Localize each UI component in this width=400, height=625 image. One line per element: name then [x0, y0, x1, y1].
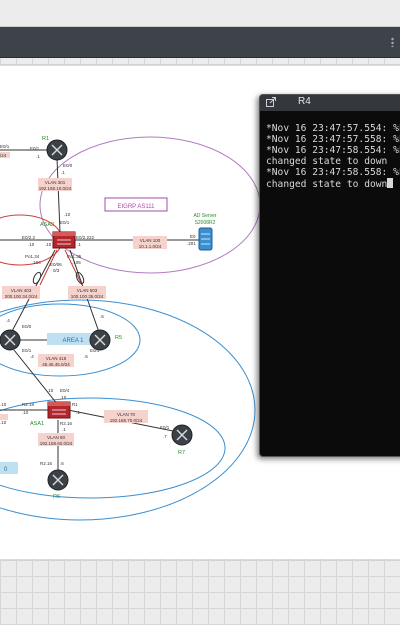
vlan301-net: 192.168.10.0/24 — [39, 186, 72, 191]
r5-name: R5 — [115, 335, 122, 341]
vlan70-name: VLAN 70 — [117, 412, 136, 417]
ad-server-name: AD Server — [193, 213, 216, 219]
window-titlebar — [0, 27, 400, 58]
asa-top-port-left: E0/2.2 — [22, 235, 36, 240]
r4-port-down: E0/1 — [22, 348, 32, 353]
left-port-label: E0/1 — [0, 144, 10, 149]
vlan60-net: 192.168.60.0/24 — [40, 441, 73, 446]
router-r4[interactable] — [0, 329, 21, 351]
r4-ip-up: .4 — [6, 318, 10, 323]
asa-top-gi-left: E0/06 — [50, 262, 62, 267]
r1-ip-left: .1 — [36, 154, 40, 159]
vlan301-name: VLAN 301 — [45, 180, 66, 185]
left-net-label: /24 — [0, 153, 7, 158]
terminal-line: *Nov 16 23:47:57.554: %LI — [266, 123, 400, 134]
r5-ip-up: .5 — [100, 314, 104, 319]
r1-name: R1 — [42, 136, 49, 142]
terminal-window-r4[interactable]: R4 *Nov 16 23:47:57.554: %LI *Nov 16 23:4… — [259, 94, 400, 457]
asa-bottom-ip-down: .1 — [62, 427, 66, 432]
eigrp-label: EIGRP AS111 — [117, 204, 155, 210]
left-ip-label: .10 — [0, 420, 7, 425]
vlan503-name: VLAN 503 — [77, 288, 98, 293]
asa-top-gi-mid: 0/3 — [53, 268, 60, 273]
asa-bottom-firewall[interactable] — [47, 401, 71, 419]
r5-port-left: E0/1 — [90, 348, 100, 353]
asa-top-port-up: E0/1 — [60, 220, 70, 225]
terminal-line: *Nov 16 23:47:58.558: %LI — [266, 167, 400, 178]
vlan100-net: 10.1.1.0/24 — [139, 244, 162, 249]
r6-port: R2.16 — [40, 461, 53, 466]
terminal-cursor — [387, 178, 394, 188]
terminal-title: R4 — [298, 96, 311, 107]
r4-ip-down: .4 — [30, 354, 34, 359]
vlan60-name: VLAN 60 — [47, 435, 66, 440]
terminal-output[interactable]: *Nov 16 23:47:57.554: %LI *Nov 16 23:47:5… — [266, 123, 400, 190]
vlan415-name: VLAN 415 — [46, 356, 67, 361]
r6-name: R6 — [53, 494, 60, 500]
router-r1[interactable] — [46, 139, 68, 161]
terminal-titlebar[interactable]: R4 — [260, 95, 400, 111]
more-options-icon[interactable] — [391, 37, 394, 47]
asa-top-ip-left-2: .10 — [45, 242, 52, 247]
vlan415-net: 45.45.45.0/24 — [42, 362, 70, 367]
server-icon[interactable] — [198, 227, 213, 251]
asa-bottom-ip-right: .1 — [76, 410, 80, 415]
asa-bottom-ip-left: .10 — [22, 410, 29, 415]
asa-bottom-ip-left-2: .10 — [0, 402, 7, 407]
r1-ip-down: .1 — [61, 170, 65, 175]
ad-server-ip: .201 — [187, 241, 196, 246]
asa-top-po-left: Po1.34 — [25, 254, 40, 259]
asa-top-firewall[interactable] — [52, 231, 76, 249]
terminal-line: changed state to down — [266, 179, 388, 190]
terminal-line: *Nov 16 23:47:57.558: %LI — [266, 134, 400, 145]
asa-bottom-ip-up-2: .10 — [60, 395, 67, 400]
router-r7[interactable] — [171, 424, 193, 446]
asa-top-po-right-ip: .105 — [72, 260, 81, 265]
asa-top-name: ASA3 — [40, 222, 54, 228]
vlan70-net: 192.168.70.0/24 — [110, 418, 143, 423]
vlan403-name: VLAN 403 — [11, 288, 32, 293]
vlan100-name: VLAN 100 — [140, 238, 161, 243]
r4-port-right: E0/0 — [22, 324, 32, 329]
asa-top-ip-right: .1 — [77, 242, 81, 247]
asa-bottom-name: ASA1 — [30, 421, 44, 427]
ad-server-port: E0 — [190, 234, 196, 239]
r5-ip-down: .5 — [84, 354, 88, 359]
asa-bottom-ip-up: .10 — [47, 388, 54, 393]
area-label: AREA 1 — [62, 338, 84, 344]
r6-ip: .6 — [60, 461, 64, 466]
r7-name: R7 — [178, 450, 185, 456]
asa-top-ip-up: .10 — [64, 212, 71, 217]
asa-top-ip-left: .10 — [28, 242, 35, 247]
terminal-line: *Nov 16 23:47:58.554: %LI — [266, 145, 400, 156]
asa-bottom-port-right: R1 — [72, 402, 78, 407]
vlan503-net: 100.100.35.0/24 — [71, 294, 104, 299]
popout-icon[interactable] — [266, 97, 276, 107]
router-r5[interactable] — [89, 329, 111, 351]
asa-bottom-port-down: R2.16 — [60, 421, 73, 426]
terminal-last-line: changed state to down — [266, 178, 400, 190]
top-toolbar — [0, 0, 400, 27]
r7-port: E0/1 — [160, 425, 170, 430]
r7-ip: .7 — [163, 434, 167, 439]
ad-server-os: S2008R2 — [195, 220, 216, 226]
asa-bottom-port-left: R2.18 — [22, 402, 35, 407]
vlan403-net: 200.100.34.0/24 — [5, 294, 38, 299]
asa-top-po-left-ip: .104 — [32, 260, 41, 265]
asa-top-po-right: Po1.35 — [67, 254, 82, 259]
r1-port-down: E0/0 — [63, 163, 73, 168]
terminal-line: changed state to down — [266, 156, 388, 167]
router-r6[interactable] — [47, 469, 69, 491]
asa-top-port-right: E0/2.222 — [76, 235, 95, 240]
asa-bottom-port-up: E0/4 — [60, 388, 70, 393]
r1-port-left: E0/1 — [30, 146, 40, 151]
